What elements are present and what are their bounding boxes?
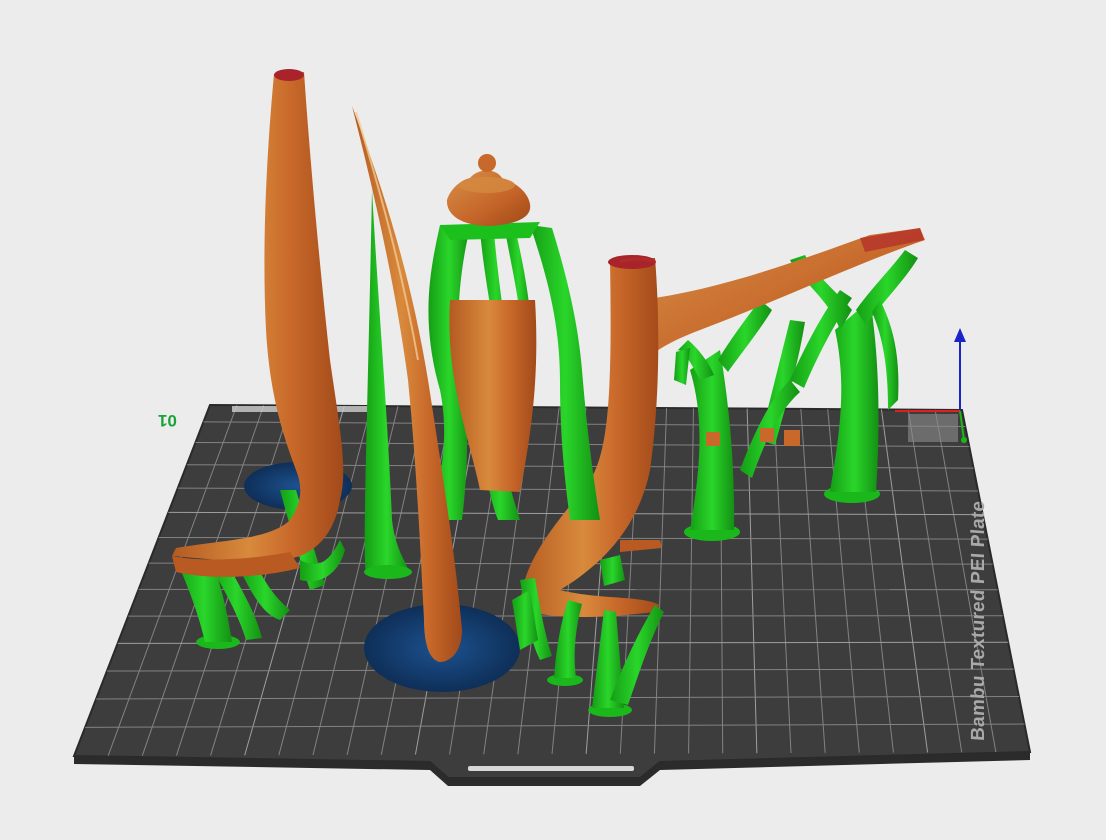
3d-viewport[interactable]: Bambu Textured PEI Plate 01 xyxy=(0,0,1106,840)
plate-number-label: 01 xyxy=(158,411,177,430)
plate-corner-marker-right xyxy=(908,414,958,442)
plate-type-label: Bambu Textured PEI Plate xyxy=(968,500,989,742)
plate-handle xyxy=(468,766,634,771)
